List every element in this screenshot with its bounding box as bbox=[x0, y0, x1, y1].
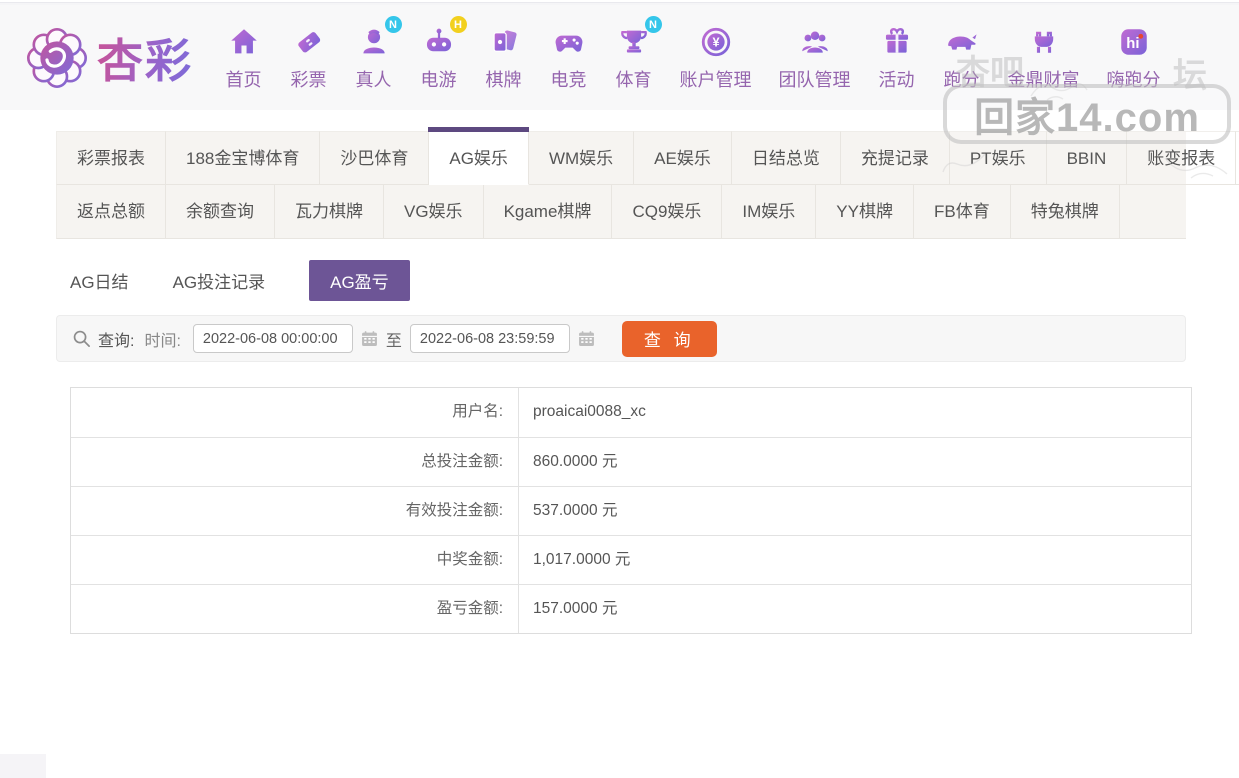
tab-daily-overview[interactable]: 日结总览 bbox=[732, 131, 841, 185]
nav-item-egames[interactable]: H 电游 bbox=[406, 23, 471, 92]
tab-row-2: 返点总额 余额查询 瓦力棋牌 VG娱乐 Kgame棋牌 CQ9娱乐 IM娱乐 Y… bbox=[56, 185, 1186, 239]
nav-item-team-management[interactable]: 团队管理 bbox=[765, 23, 864, 92]
tab-row-filler bbox=[1120, 185, 1186, 239]
tab-bbin[interactable]: BBIN bbox=[1047, 131, 1128, 185]
datetime-from-input[interactable] bbox=[193, 324, 353, 353]
table-row-profit-loss: 盈亏金额: 157.0000 元 bbox=[71, 584, 1191, 633]
tab-cq9-entertainment[interactable]: CQ9娱乐 bbox=[612, 185, 722, 239]
nav-item-hi-paofen[interactable]: hi 嗨跑分 bbox=[1093, 23, 1174, 92]
tab-lottery-report[interactable]: 彩票报表 bbox=[56, 131, 166, 185]
nav-item-live-casino[interactable]: N 真人 bbox=[341, 23, 406, 92]
svg-text:¥: ¥ bbox=[712, 35, 720, 50]
brand-logo[interactable]: 杏彩 bbox=[25, 25, 193, 91]
row-label: 总投注金额: bbox=[71, 438, 519, 486]
nav-item-account-management[interactable]: ¥ 账户管理 bbox=[666, 23, 765, 92]
query-button[interactable]: 查 询 bbox=[622, 321, 717, 357]
account-coin-icon: ¥ bbox=[697, 23, 735, 61]
nav-item-paofen[interactable]: 跑分 bbox=[929, 23, 994, 92]
tab-tetu-board[interactable]: 特兔棋牌 bbox=[1011, 185, 1120, 239]
calendar-icon[interactable] bbox=[578, 330, 595, 347]
trophy-icon: N bbox=[615, 23, 653, 61]
profit-report-table: 用户名: proaicai0088_xc 总投注金额: 860.0000 元 有… bbox=[70, 387, 1192, 634]
gift-icon bbox=[878, 23, 916, 61]
row-value: proaicai0088_xc bbox=[519, 388, 646, 437]
to-label: 至 bbox=[386, 327, 402, 351]
nav-item-sports[interactable]: N 体育 bbox=[601, 23, 666, 92]
row-value: 1,017.0000 元 bbox=[519, 536, 630, 584]
tab-ag-entertainment[interactable]: AG娱乐 bbox=[429, 131, 529, 185]
calendar-icon[interactable] bbox=[361, 330, 378, 347]
home-icon bbox=[225, 23, 263, 61]
tab-shaba-sport[interactable]: 沙巴体育 bbox=[320, 131, 429, 185]
cauldron-icon bbox=[1025, 23, 1063, 61]
row-value: 860.0000 元 bbox=[519, 438, 617, 486]
row-label: 盈亏金额: bbox=[71, 585, 519, 633]
tab-deposit-withdraw-records[interactable]: 充提记录 bbox=[841, 131, 950, 185]
main-nav: 首页 彩票 N 真人 H 电游 棋牌 bbox=[211, 23, 1174, 92]
ticket-icon bbox=[290, 23, 328, 61]
report-tabs: 彩票报表 188金宝博体育 沙巴体育 AG娱乐 WM娱乐 AE娱乐 日结总览 充… bbox=[56, 131, 1186, 239]
table-row-username: 用户名: proaicai0088_xc bbox=[71, 388, 1191, 437]
hot-badge: H bbox=[450, 16, 467, 33]
tab-ae-entertainment[interactable]: AE娱乐 bbox=[634, 131, 732, 185]
time-label: 时间: bbox=[144, 327, 180, 351]
tab-vg-entertainment[interactable]: VG娱乐 bbox=[384, 185, 484, 239]
tab-yy-board[interactable]: YY棋牌 bbox=[816, 185, 914, 239]
esports-gamepad-icon bbox=[550, 23, 588, 61]
brand-name: 杏彩 bbox=[97, 25, 193, 91]
bottom-left-corner-patch bbox=[0, 754, 46, 778]
subtab-ag-bet-records[interactable]: AG投注记录 bbox=[173, 268, 266, 293]
tab-pt-entertainment[interactable]: PT娱乐 bbox=[950, 131, 1047, 185]
tab-balance-query[interactable]: 余额查询 bbox=[166, 185, 275, 239]
datetime-to-input[interactable] bbox=[410, 324, 570, 353]
tab-188-sport[interactable]: 188金宝博体育 bbox=[166, 131, 320, 185]
nav-item-lottery[interactable]: 彩票 bbox=[276, 23, 341, 92]
table-row-total-bet: 总投注金额: 860.0000 元 bbox=[71, 437, 1191, 486]
nav-item-esports[interactable]: 电竞 bbox=[536, 23, 601, 92]
ag-subtabs: AG日结 AG投注记录 AG盈亏 bbox=[70, 262, 1186, 298]
tab-account-change-report[interactable]: 账变报表 bbox=[1127, 131, 1236, 185]
gamepad-joystick-icon: H bbox=[420, 23, 458, 61]
live-person-icon: N bbox=[355, 23, 393, 61]
table-row-valid-bet: 有效投注金额: 537.0000 元 bbox=[71, 486, 1191, 535]
query-label: 查询: bbox=[98, 327, 134, 351]
search-icon bbox=[72, 329, 91, 348]
tab-row-1: 彩票报表 188金宝博体育 沙巴体育 AG娱乐 WM娱乐 AE娱乐 日结总览 充… bbox=[56, 131, 1186, 185]
header: 杏彩 首页 彩票 N 真人 H 电游 bbox=[0, 5, 1239, 110]
team-icon bbox=[796, 23, 834, 61]
nav-item-jinding-wealth[interactable]: 金鼎财富 bbox=[994, 23, 1093, 92]
tab-kgame-board[interactable]: Kgame棋牌 bbox=[484, 185, 613, 239]
subtab-ag-daily[interactable]: AG日结 bbox=[70, 268, 129, 293]
tab-rebate-total[interactable]: 返点总额 bbox=[56, 185, 166, 239]
row-label: 中奖金额: bbox=[71, 536, 519, 584]
table-row-win-amount: 中奖金额: 1,017.0000 元 bbox=[71, 535, 1191, 584]
hi-app-icon: hi bbox=[1115, 23, 1153, 61]
tab-fb-sport[interactable]: FB体育 bbox=[914, 185, 1011, 239]
tab-im-entertainment[interactable]: IM娱乐 bbox=[722, 185, 816, 239]
row-value: 537.0000 元 bbox=[519, 487, 617, 535]
new-badge: N bbox=[645, 16, 662, 33]
lotus-bird-logo-icon bbox=[25, 26, 89, 90]
svg-text:hi: hi bbox=[1126, 36, 1139, 52]
cards-icon bbox=[485, 23, 523, 61]
tab-wm-entertainment[interactable]: WM娱乐 bbox=[529, 131, 634, 185]
nav-item-board-games[interactable]: 棋牌 bbox=[471, 23, 536, 92]
nav-item-activities[interactable]: 活动 bbox=[864, 23, 929, 92]
row-label: 有效投注金额: bbox=[71, 487, 519, 535]
subtab-ag-profit[interactable]: AG盈亏 bbox=[309, 260, 410, 301]
nav-item-home[interactable]: 首页 bbox=[211, 23, 276, 92]
tab-wali-board[interactable]: 瓦力棋牌 bbox=[275, 185, 384, 239]
row-label: 用户名: bbox=[71, 388, 519, 437]
query-bar: 查询: 时间: 至 查 询 bbox=[56, 315, 1186, 362]
row-value: 157.0000 元 bbox=[519, 585, 617, 633]
rhino-icon bbox=[943, 23, 981, 61]
new-badge: N bbox=[385, 16, 402, 33]
